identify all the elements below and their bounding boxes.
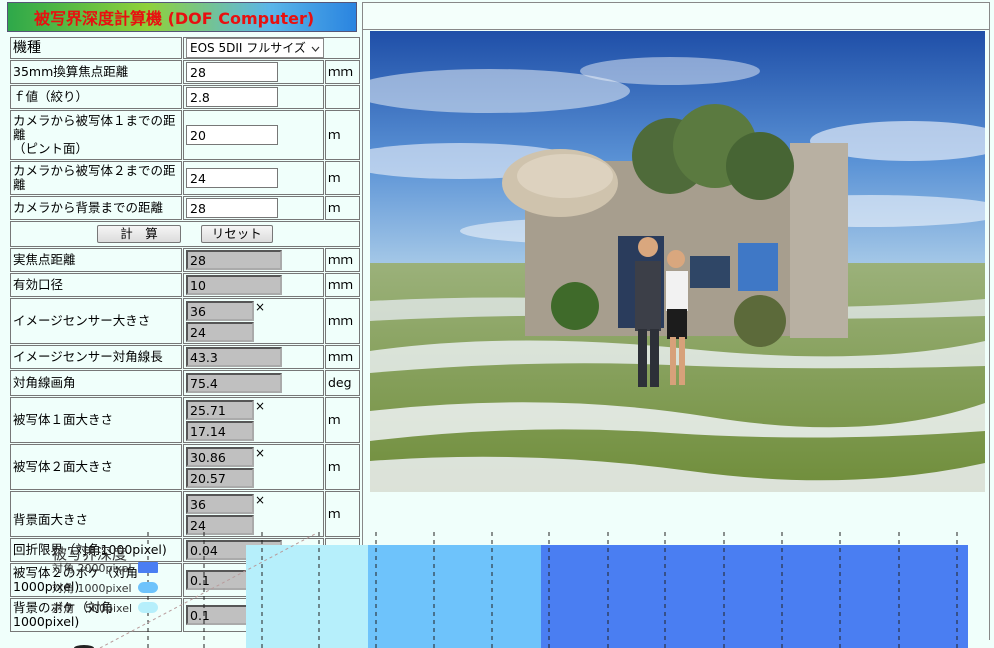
aperture-unit: ｍｍ xyxy=(325,273,360,297)
subject2-plane-label: 被写体２面大きさ xyxy=(10,444,182,490)
times-sign: × xyxy=(255,398,266,413)
diffraction-value: 0.04 xyxy=(186,540,282,560)
times-sign: × xyxy=(255,492,266,507)
diagonal-angle-unit: deg xyxy=(325,370,360,396)
real-focal-unit: ｍｍ xyxy=(325,248,360,272)
subject1-plane-width: 25.71 xyxy=(186,399,254,420)
subject2-distance-input[interactable]: 24 xyxy=(186,168,278,188)
times-sign: × xyxy=(255,299,266,314)
subject1-plane-unit: ｍ xyxy=(325,397,360,443)
diagonal-angle-value: 75.4 xyxy=(186,373,282,393)
subject2-distance-unit: ｍ xyxy=(325,161,360,195)
fnumber-label: ｆ値（絞り） xyxy=(10,85,182,109)
subject2-plane-unit: ｍ xyxy=(325,444,360,490)
subject2-distance-label: カメラから被写体２までの距離 xyxy=(10,161,182,195)
dof-form: 機種 EOS 5DII フルサイズ 35mm換算焦点距離 28 ｍｍ ｆ値（絞り… xyxy=(9,36,361,633)
subject1-plane-height: 17.14 xyxy=(186,420,254,441)
aperture-label: 有効口径 xyxy=(10,273,182,297)
camera-select[interactable]: EOS 5DII フルサイズ xyxy=(186,38,324,58)
sensor-size-unit: ｍｍ xyxy=(325,298,360,344)
background-distance-input[interactable]: 28 xyxy=(186,198,278,218)
scene-image xyxy=(370,31,985,492)
subject2-blur-value: 0.1 xyxy=(186,570,282,590)
compute-button[interactable]: 計 算 xyxy=(97,225,181,243)
focal-35mm-input[interactable]: 28 xyxy=(186,62,278,82)
background-blur-label: 背景のボケ（対角1000pixel) xyxy=(10,598,182,632)
subject1-plane-label: 被写体１面大きさ xyxy=(10,397,182,443)
real-focal-label: 実焦点距離 xyxy=(10,248,182,272)
camera-select-value: EOS 5DII フルサイズ xyxy=(190,41,306,55)
real-focal-value: 28 xyxy=(186,250,282,270)
chevron-down-icon xyxy=(311,41,320,55)
background-plane-label: 背景面大きさ xyxy=(10,491,182,537)
subject1-distance-label: カメラから被写体１までの距離 （ピント面） xyxy=(10,110,182,160)
background-plane-height: 24 xyxy=(186,514,254,535)
sensor-size-label: イメージセンサー大きさ xyxy=(10,298,182,344)
app-title: 被写界深度計算機 (DOF Computer) xyxy=(7,2,357,32)
background-distance-unit: ｍ xyxy=(325,196,360,220)
aperture-value: 10 xyxy=(186,275,282,295)
subject1-distance-input[interactable]: 20 xyxy=(186,125,278,145)
subject2-blur-label: 被写体２のボケ（対角1000pixel) xyxy=(10,563,182,597)
sensor-diagonal-unit: ｍｍ xyxy=(325,345,360,369)
right-frame-header xyxy=(362,2,990,30)
sensor-height-value: 24 xyxy=(186,321,254,342)
subject1-distance-unit: ｍ xyxy=(325,110,360,160)
background-plane-width: 36 xyxy=(186,493,254,514)
fnumber-input[interactable]: 2.8 xyxy=(186,87,278,107)
diffraction-label: 回折限界（対角1000pixel) xyxy=(10,538,182,562)
subject2-plane-height: 20.57 xyxy=(186,467,254,488)
focal-35mm-unit: ｍｍ xyxy=(325,60,360,84)
sensor-diagonal-label: イメージセンサー対角線長 xyxy=(10,345,182,369)
sensor-width-value: 36 xyxy=(186,300,254,321)
subject2-plane-width: 30.86 xyxy=(186,446,254,467)
diagonal-angle-label: 対角線画角 xyxy=(10,370,182,396)
reset-button[interactable]: リセット xyxy=(200,225,273,243)
fnumber-unit xyxy=(325,85,360,109)
camera-label: 機種 xyxy=(10,37,182,59)
sensor-diagonal-value: 43.3 xyxy=(186,347,282,367)
background-blur-value: 0.1 xyxy=(186,605,282,625)
times-sign: × xyxy=(255,445,266,460)
focal-35mm-label: 35mm換算焦点距離 xyxy=(10,60,182,84)
background-plane-unit: ｍ xyxy=(325,491,360,537)
background-distance-label: カメラから背景までの距離 xyxy=(10,196,182,220)
